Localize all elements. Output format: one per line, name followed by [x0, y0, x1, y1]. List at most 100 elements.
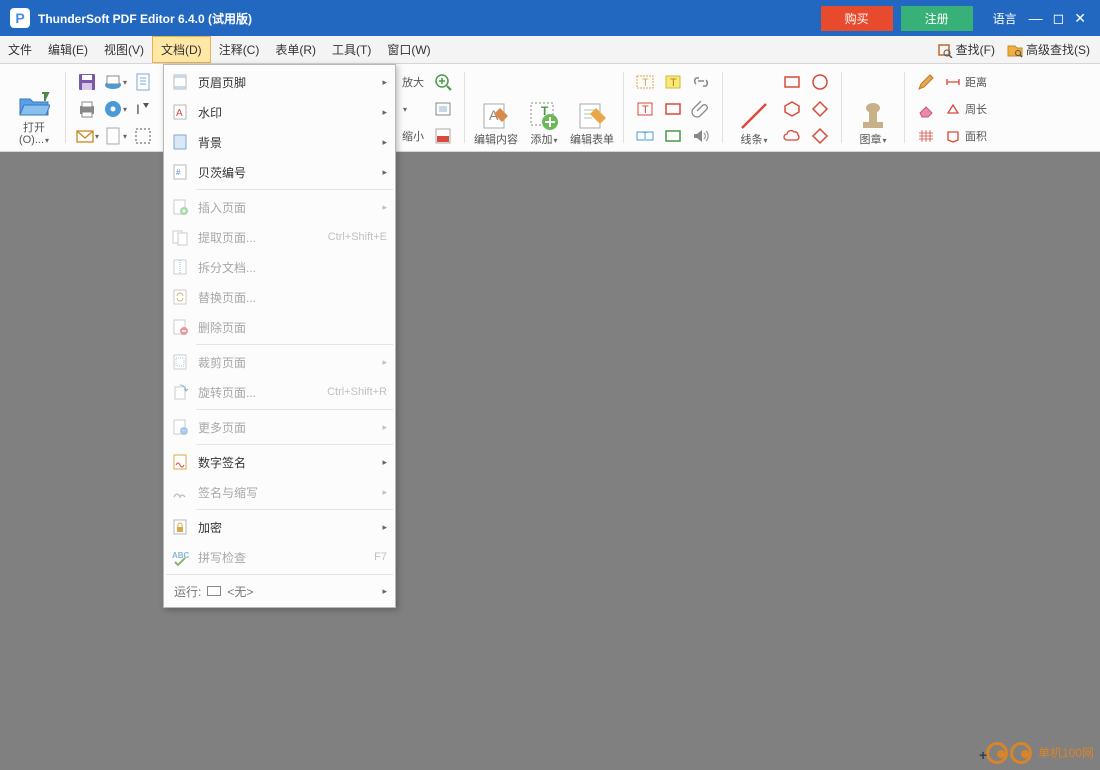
- register-button[interactable]: 注册: [901, 6, 973, 31]
- menu-sign-initials: 签名与缩写▸: [164, 477, 395, 507]
- watermark-eye-icon: [986, 742, 1008, 764]
- save-button[interactable]: [75, 70, 99, 94]
- cloud-button[interactable]: [780, 124, 804, 148]
- menu-crop-page: 裁剪页面▸: [164, 347, 395, 377]
- link-button[interactable]: [689, 70, 713, 94]
- menu-document[interactable]: 文档(D): [152, 36, 211, 63]
- buy-button[interactable]: 购买: [821, 6, 893, 31]
- text-field-button[interactable]: T: [633, 124, 657, 148]
- site-watermark: 单机100网: [986, 742, 1094, 764]
- pencil-button[interactable]: [914, 70, 938, 94]
- region-select-button[interactable]: [131, 124, 155, 148]
- new-page-button[interactable]: ▾: [103, 124, 127, 148]
- circle-button[interactable]: [808, 70, 832, 94]
- menu-header-footer[interactable]: 页眉页脚▸: [164, 67, 395, 97]
- menu-run-row[interactable]: 运行: <无> ▸: [164, 577, 395, 605]
- lock-icon: [171, 518, 189, 536]
- text-select-button[interactable]: I: [131, 97, 155, 121]
- print-button[interactable]: [75, 97, 99, 121]
- menu-comment[interactable]: 注释(C): [211, 36, 268, 63]
- disc-icon: [103, 99, 122, 119]
- watermark-icon: A: [171, 103, 189, 121]
- menu-delete-page: 删除页面: [164, 312, 395, 342]
- zoom-value-row[interactable]: ▾: [399, 97, 427, 121]
- diamond-button[interactable]: [808, 97, 832, 121]
- extract-page-icon: [171, 228, 189, 246]
- rect-shape-button[interactable]: [780, 70, 804, 94]
- find-button[interactable]: 查找(F): [933, 41, 999, 58]
- rotate-icon: [171, 383, 189, 401]
- ocr-button[interactable]: [431, 124, 455, 148]
- menu-file[interactable]: 文件: [0, 36, 40, 63]
- advanced-find-button[interactable]: 高级查找(S): [1003, 41, 1094, 58]
- hexagon-button[interactable]: [780, 97, 804, 121]
- fit-width-button[interactable]: [431, 70, 455, 94]
- menu-edit[interactable]: 编辑(E): [40, 36, 96, 63]
- bates-icon: #: [171, 163, 189, 181]
- crop-icon: [171, 353, 189, 371]
- scan-button[interactable]: ▾: [103, 70, 127, 94]
- zoom-out-row[interactable]: 缩小: [399, 124, 427, 148]
- green-box-button[interactable]: [661, 124, 685, 148]
- zoom-in-row[interactable]: 放大: [399, 70, 427, 94]
- background-icon: [171, 133, 189, 151]
- scanner-icon: [103, 72, 122, 92]
- window-title: ThunderSoft PDF Editor 6.4.0 (试用版): [38, 10, 252, 27]
- advanced-search-icon: [1007, 42, 1023, 58]
- diamond2-button[interactable]: [808, 124, 832, 148]
- highlight-button[interactable]: T: [661, 70, 685, 94]
- minimize-icon[interactable]: ―: [1029, 10, 1043, 27]
- app-logo-icon: P: [10, 8, 30, 28]
- add-button[interactable]: T 添加▾: [520, 68, 568, 146]
- split-icon: [171, 258, 189, 276]
- eraser-button[interactable]: [914, 97, 938, 121]
- disc-button[interactable]: ▾: [103, 97, 127, 121]
- menu-view[interactable]: 视图(V): [96, 36, 152, 63]
- text-cursor-icon: I: [133, 99, 153, 119]
- menu-rotate-page: 旋转页面... Ctrl+Shift+R: [164, 377, 395, 407]
- menu-insert-page: 插入页面▸: [164, 192, 395, 222]
- highlight-icon: T: [663, 72, 683, 92]
- menu-window[interactable]: 窗口(W): [379, 36, 438, 63]
- fit-page-button[interactable]: [431, 97, 455, 121]
- maximize-icon[interactable]: ◻: [1053, 10, 1065, 27]
- area-button[interactable]: 面积: [942, 124, 990, 148]
- printer-icon: [77, 99, 97, 119]
- menu-tool[interactable]: 工具(T): [324, 36, 379, 63]
- close-icon[interactable]: ✕: [1074, 10, 1086, 27]
- edit-content-button[interactable]: A 编辑内容: [472, 68, 520, 146]
- menubar: 文件 编辑(E) 视图(V) 文档(D) 注释(C) 表单(R) 工具(T) 窗…: [0, 36, 1100, 64]
- red-box-button[interactable]: [661, 97, 685, 121]
- menu-watermark[interactable]: A 水印▸: [164, 97, 395, 127]
- attach-button[interactable]: [689, 97, 713, 121]
- sound-button[interactable]: [689, 124, 713, 148]
- svg-text:T: T: [642, 131, 648, 142]
- menu-background[interactable]: 背景▸: [164, 127, 395, 157]
- fit-rect-icon: [433, 99, 453, 119]
- text-frame-button[interactable]: T: [633, 97, 657, 121]
- add-icon: T: [528, 100, 560, 132]
- open-button[interactable]: 打开(O)...▾: [10, 68, 58, 146]
- pdf-badge-icon: [433, 126, 453, 146]
- svg-text:I: I: [136, 101, 140, 117]
- menu-encrypt[interactable]: 加密▸: [164, 512, 395, 542]
- hatch-button[interactable]: [914, 124, 938, 148]
- menu-digital-signature[interactable]: 数字签名▸: [164, 447, 395, 477]
- link-icon: [691, 72, 711, 92]
- stamp-button[interactable]: 图章▾: [849, 68, 897, 146]
- from-file-button[interactable]: [131, 70, 155, 94]
- lines-button[interactable]: 线条▾: [730, 68, 778, 146]
- distance-button[interactable]: 距离: [942, 70, 990, 94]
- text-field-icon: T: [635, 126, 655, 146]
- spellcheck-icon: ABC: [171, 548, 189, 566]
- menu-bates[interactable]: # 贝茨编号▸: [164, 157, 395, 187]
- language-button[interactable]: 语言: [993, 10, 1017, 27]
- edit-form-icon: [576, 100, 608, 132]
- text-box-button[interactable]: T: [633, 70, 657, 94]
- email-button[interactable]: ▾: [75, 124, 99, 148]
- stamp-icon: [857, 100, 889, 132]
- perimeter-button[interactable]: 周长: [942, 97, 990, 121]
- edit-form-button[interactable]: 编辑表单: [568, 68, 616, 146]
- menu-form[interactable]: 表单(R): [267, 36, 324, 63]
- blank-page-icon: [103, 126, 122, 146]
